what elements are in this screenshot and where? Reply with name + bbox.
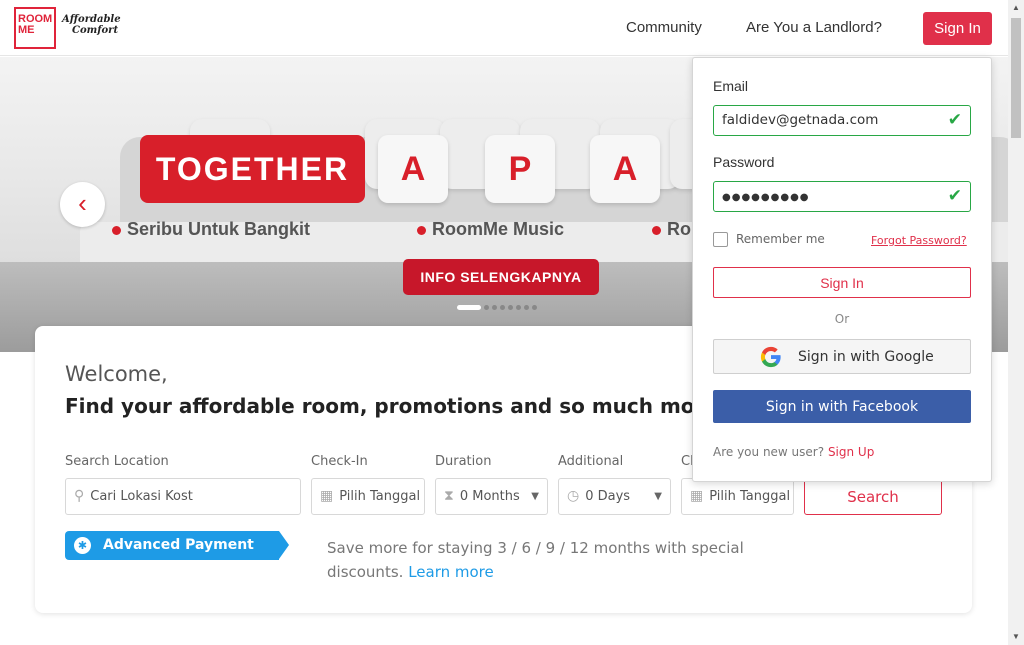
label-check-in: Check-In: [311, 454, 368, 469]
carousel-dot[interactable]: [484, 305, 489, 310]
facebook-sign-in-button[interactable]: Sign in with Facebook: [713, 390, 971, 423]
remember-me-checkbox[interactable]: [713, 232, 728, 247]
check-icon: ✔: [947, 110, 962, 130]
check-out-input[interactable]: ▦ Pilih Tanggal: [681, 478, 794, 515]
search-location-input[interactable]: ⚲ Cari Lokasi Kost: [65, 478, 301, 515]
new-user-prompt: Are you new user? Sign Up: [713, 445, 874, 459]
learn-more-link[interactable]: Learn more: [408, 563, 494, 581]
or-divider: Or: [834, 312, 850, 326]
hero-pillow-letter: A: [378, 135, 448, 203]
hourglass-icon: ⧗: [444, 488, 454, 504]
google-sign-in-button[interactable]: Sign in with Google: [713, 339, 971, 374]
caption-bullet: [652, 225, 661, 235]
hero-pillow-together: TOGETHER: [140, 135, 365, 203]
caret-down-icon: ▼: [531, 491, 539, 502]
scroll-up-arrow-icon[interactable]: ▲: [1012, 3, 1020, 12]
duration-select[interactable]: ⧗ 0 Months ▼: [435, 478, 548, 515]
google-icon: [760, 346, 781, 368]
calendar-icon: ▦: [320, 488, 334, 504]
hero-caption-text: Ro: [667, 219, 691, 239]
carousel-indicators: [457, 305, 540, 311]
search-button[interactable]: Search: [804, 478, 942, 515]
nav-link-landlord[interactable]: Are You a Landlord?: [746, 19, 882, 36]
carousel-dot[interactable]: [532, 305, 537, 310]
carousel-dot[interactable]: [524, 305, 529, 310]
search-icon: ⚲: [74, 488, 85, 504]
hero-caption: Ro: [652, 219, 691, 240]
search-location-placeholder: Cari Lokasi Kost: [90, 489, 193, 504]
email-field[interactable]: faldidev@getnada.com ✔: [713, 105, 971, 136]
roomme-logo[interactable]: ROOM ME: [14, 7, 56, 49]
logo-line-2: ME: [18, 24, 35, 36]
chevron-left-icon: ‹: [78, 188, 87, 218]
email-label: Email: [713, 78, 749, 94]
top-navbar: ROOM ME Affordable Comfort Community Are…: [0, 0, 1008, 56]
carousel-prev-button[interactable]: ‹: [60, 182, 105, 227]
password-field[interactable]: ●●●●●●●●● ✔: [713, 181, 971, 212]
advanced-payment-deals-badge[interactable]: ✱ Advanced Payment Deals: [65, 531, 289, 582]
info-selengkapnya-button[interactable]: INFO SELENGKAPNYA: [403, 259, 599, 295]
hero-pillow-letter: P: [485, 135, 555, 203]
carousel-dot[interactable]: [457, 305, 481, 310]
calendar-icon: ▦: [690, 488, 704, 504]
label-search-location: Search Location: [65, 454, 169, 469]
logo-tagline-2: Comfort: [72, 25, 119, 36]
label-duration: Duration: [435, 454, 492, 469]
hero-caption: RoomMe Music: [417, 219, 564, 240]
carousel-dot[interactable]: [508, 305, 513, 310]
promo-description: Save more for staying 3 / 6 / 9 / 12 mon…: [327, 539, 744, 581]
search-headline: Find your affordable room, promotions an…: [65, 394, 695, 418]
password-label: Password: [713, 154, 775, 170]
scrollbar-thumb[interactable]: [1011, 18, 1021, 138]
nav-link-community[interactable]: Community: [626, 19, 702, 36]
remember-me[interactable]: Remember me: [713, 232, 825, 247]
additional-value: 0 Days: [585, 489, 631, 504]
hero-caption-text: RoomMe Music: [432, 219, 565, 239]
clock-icon: ◷: [567, 488, 580, 504]
duration-value: 0 Months: [459, 489, 520, 504]
page-scrollbar[interactable]: ▲ ▼: [1008, 0, 1024, 645]
label-additional: Additional: [558, 454, 624, 469]
hero-caption-text: Seribu Untuk Bangkit: [127, 219, 311, 239]
login-sign-in-button[interactable]: Sign In: [713, 267, 971, 298]
email-value: faldidev@getnada.com: [722, 112, 879, 128]
hero-caption: Seribu Untuk Bangkit: [112, 219, 310, 240]
sign-up-link[interactable]: Sign Up: [828, 445, 874, 459]
check-in-input[interactable]: ▦ Pilih Tanggal: [311, 478, 425, 515]
new-user-text: Are you new user?: [713, 445, 825, 459]
check-in-placeholder: Pilih Tanggal: [339, 489, 421, 504]
carousel-dot[interactable]: [500, 305, 505, 310]
additional-select[interactable]: ◷ 0 Days ▼: [558, 478, 671, 515]
promo-text: Save more for staying 3 / 6 / 9 / 12 mon…: [327, 536, 767, 584]
deal-badge-label: Advanced Payment Deals: [103, 537, 254, 582]
caret-down-icon: ▼: [654, 491, 662, 502]
check-icon: ✔: [947, 186, 962, 206]
logo-tagline-1: Affordable: [62, 14, 121, 25]
carousel-dot[interactable]: [516, 305, 521, 310]
welcome-heading: Welcome,: [65, 362, 168, 386]
header-sign-in-button[interactable]: Sign In: [923, 12, 992, 45]
logo-tagline: Affordable Comfort: [62, 14, 121, 36]
gear-icon: ✱: [74, 537, 91, 554]
forgot-password-link[interactable]: Forgot Password?: [871, 234, 967, 247]
hero-pillow-letter: A: [590, 135, 660, 203]
caption-bullet: [417, 225, 426, 235]
google-button-label: Sign in with Google: [798, 349, 934, 365]
password-value: ●●●●●●●●●: [722, 192, 810, 203]
login-dropdown: Email faldidev@getnada.com ✔ Password ●●…: [692, 57, 992, 482]
caption-bullet: [112, 225, 121, 235]
scroll-down-arrow-icon[interactable]: ▼: [1012, 632, 1020, 641]
carousel-dot[interactable]: [492, 305, 497, 310]
remember-me-label: Remember me: [736, 232, 825, 246]
check-out-placeholder: Pilih Tanggal: [709, 489, 791, 504]
